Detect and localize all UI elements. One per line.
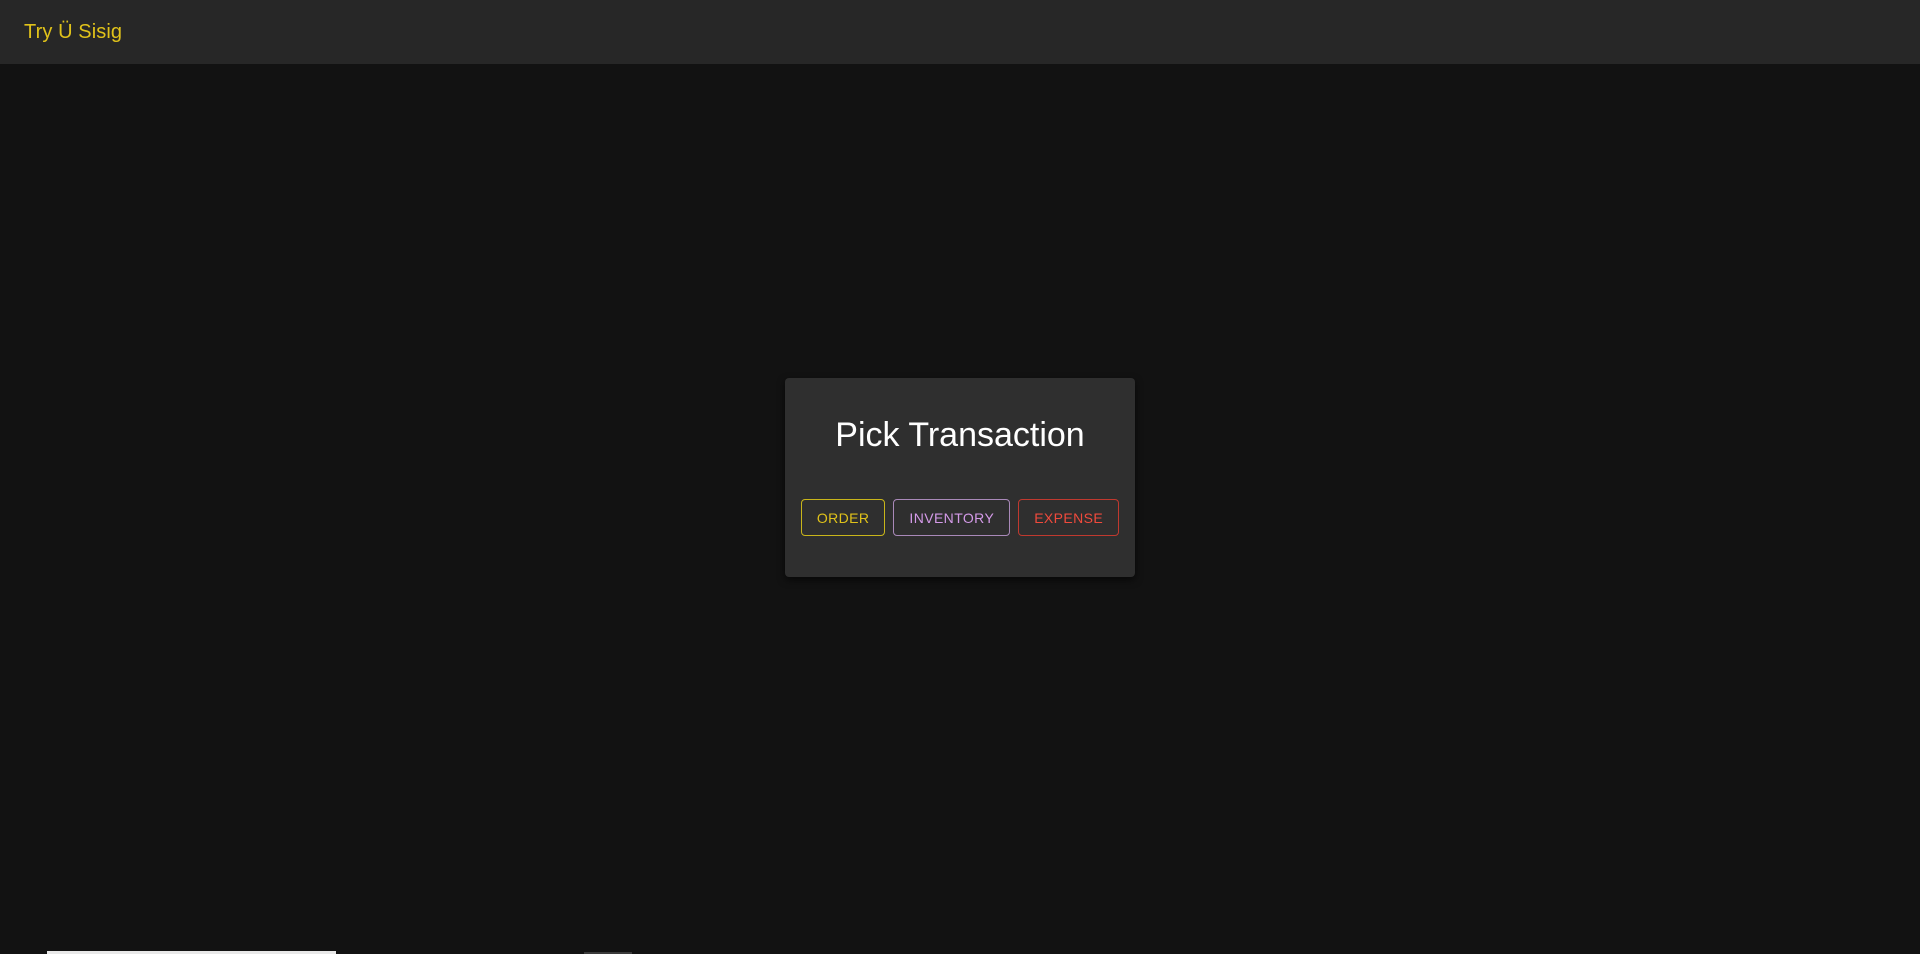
- dialog-title: Pick Transaction: [835, 416, 1085, 454]
- expense-button[interactable]: EXPENSE: [1018, 499, 1120, 536]
- order-button[interactable]: ORDER: [800, 499, 886, 536]
- pick-transaction-dialog: Pick Transaction ORDER INVENTORY EXPENSE: [785, 378, 1135, 577]
- app-title[interactable]: Try Ü Sisig: [24, 21, 122, 44]
- transaction-actions: ORDER INVENTORY EXPENSE: [785, 499, 1135, 536]
- app-bar: Try Ü Sisig: [0, 0, 1920, 64]
- inventory-button[interactable]: INVENTORY: [893, 499, 1011, 536]
